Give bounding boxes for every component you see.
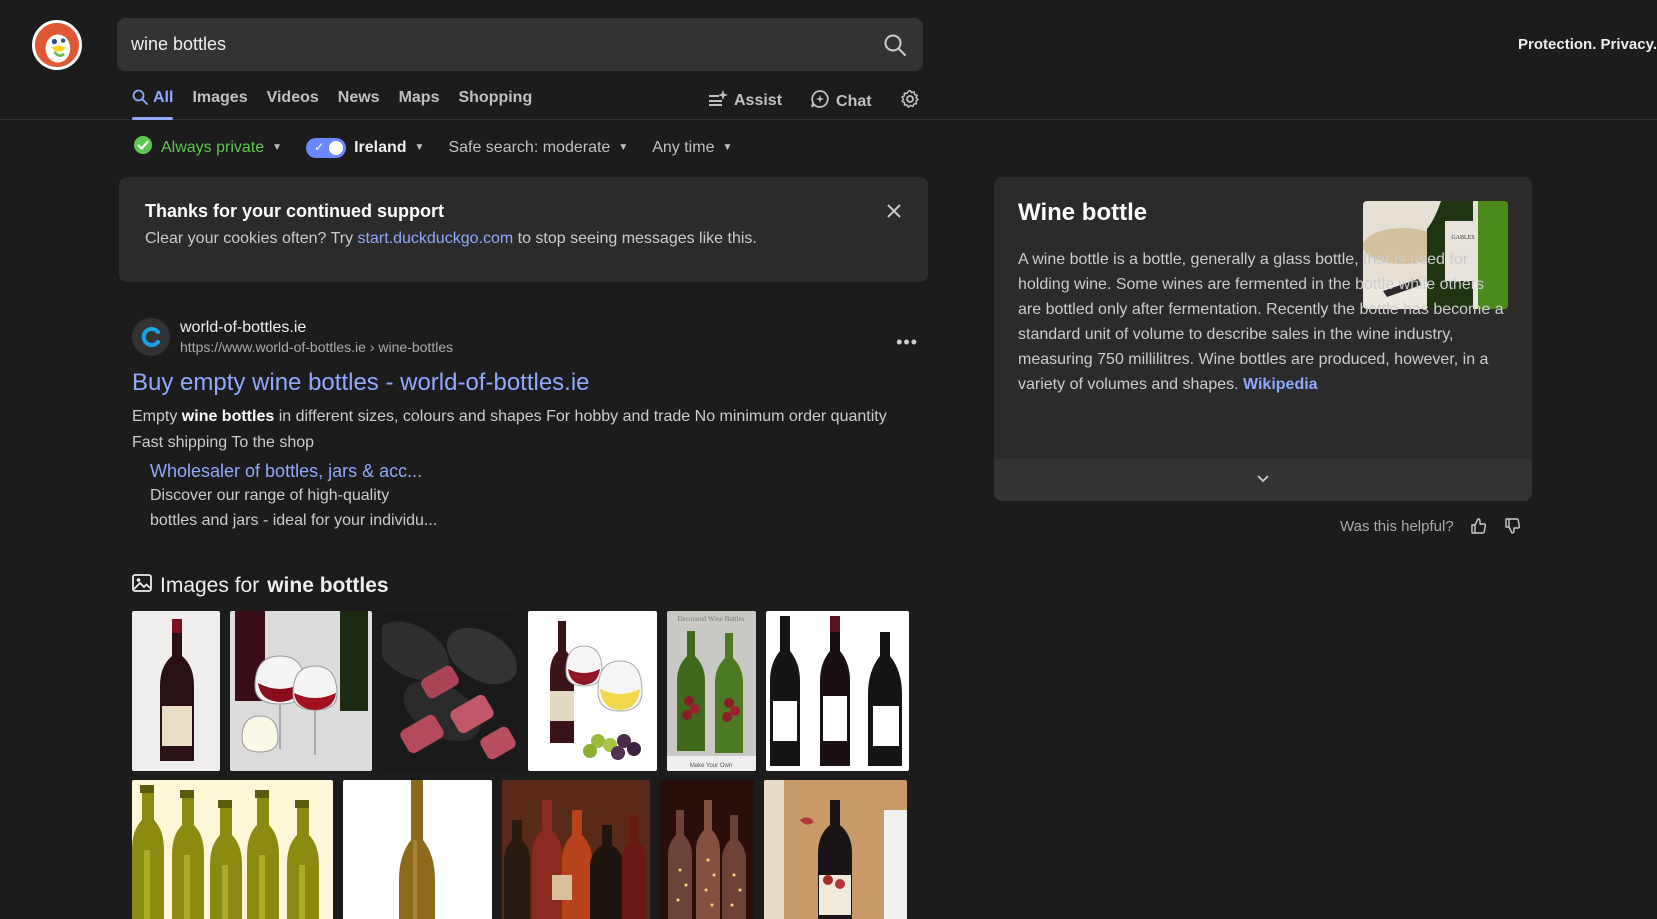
result-title-link[interactable]: Buy empty wine bottles - world-of-bottle… bbox=[132, 369, 918, 397]
knowledge-panel: Wine bottle GABLES A wine bottle is a bo… bbox=[994, 177, 1532, 501]
sparkle-list-icon bbox=[708, 89, 728, 112]
search-tabs: All Images Videos News Maps Shopping bbox=[132, 86, 532, 120]
assist-button[interactable]: Assist bbox=[708, 86, 782, 112]
caret-down-icon: ▼ bbox=[618, 142, 629, 153]
tagline: Protection. Privacy. bbox=[1518, 36, 1657, 53]
assist-label: Assist bbox=[734, 91, 783, 109]
chat-button[interactable]: Chat bbox=[810, 86, 872, 114]
tab-label: Images bbox=[192, 89, 248, 106]
region-toggle[interactable]: ✓ bbox=[306, 137, 347, 158]
result-site-name: world-of-bottles.ie bbox=[180, 319, 307, 336]
tab-label: News bbox=[337, 89, 380, 106]
search-icon[interactable] bbox=[881, 31, 909, 59]
privacy-filter-label: Always private bbox=[161, 138, 265, 156]
safe-search-label: Safe search: moderate bbox=[448, 138, 611, 156]
image-thumbnail[interactable] bbox=[382, 611, 518, 771]
image-thumbnail[interactable] bbox=[132, 611, 220, 771]
feedback-row: Was this helpful? bbox=[1340, 516, 1522, 536]
check-circle-icon bbox=[133, 135, 153, 160]
images-heading-query: wine bottles bbox=[267, 574, 389, 597]
panel-title: Wine bottle bbox=[1018, 199, 1148, 226]
sitelink-title[interactable]: Wholesaler of bottles, jars & acc... bbox=[150, 461, 918, 482]
image-thumbnail[interactable] bbox=[764, 780, 907, 919]
notice-text-after: to stop seeing messages like this. bbox=[513, 230, 757, 247]
feedback-question: Was this helpful? bbox=[1340, 517, 1454, 535]
chevron-down-icon bbox=[1256, 471, 1270, 489]
image-thumbnail[interactable] bbox=[132, 780, 333, 919]
panel-description: A wine bottle is a bottle, generally a g… bbox=[1018, 247, 1508, 397]
caret-down-icon: ▼ bbox=[414, 142, 425, 153]
result-url: https://www.world-of-bottles.ie › wine-b… bbox=[180, 339, 454, 355]
search-input[interactable] bbox=[131, 18, 851, 71]
snippet-before: Empty bbox=[132, 408, 182, 425]
more-options-icon[interactable]: ••• bbox=[896, 332, 918, 353]
settings-button[interactable] bbox=[900, 86, 920, 114]
filter-bar: Always private ▼ ✓ Ireland ▼ Safe search… bbox=[133, 135, 732, 160]
images-section-heading[interactable]: Images for wine bottles bbox=[132, 574, 389, 598]
chat-label: Chat bbox=[836, 92, 872, 110]
result-site-row[interactable]: world-of-bottles.ie https://www.world-of… bbox=[132, 318, 918, 356]
panel-expand-button[interactable] bbox=[994, 459, 1532, 501]
site-favicon-icon bbox=[132, 318, 170, 356]
result-snippet: Empty wine bottles in different sizes, c… bbox=[132, 404, 918, 456]
gear-icon bbox=[900, 89, 920, 114]
wikipedia-link[interactable]: Wikipedia bbox=[1243, 376, 1318, 393]
image-thumbnail[interactable] bbox=[502, 780, 650, 919]
sitelink-desc-line2: bottles and jars - ideal for your indivi… bbox=[150, 512, 438, 529]
close-icon[interactable] bbox=[884, 201, 904, 221]
top-bar: Protection. Privacy. All Images Videos N… bbox=[0, 0, 1657, 120]
privacy-filter[interactable]: Always private ▼ bbox=[133, 135, 282, 160]
tab-label: Videos bbox=[266, 89, 319, 106]
bottle-label-text: GABLES bbox=[1451, 235, 1474, 241]
tab-label: All bbox=[153, 89, 174, 106]
image-thumbnail[interactable] bbox=[528, 611, 657, 771]
image-icon bbox=[132, 574, 152, 598]
image-row bbox=[132, 780, 907, 919]
image-thumbnail[interactable] bbox=[766, 611, 909, 771]
start-duckduckgo-link[interactable]: start.duckduckgo.com bbox=[358, 230, 514, 247]
search-result: world-of-bottles.ie https://www.world-of… bbox=[132, 318, 918, 533]
sitelink-desc-line1: Discover our range of high-quality bbox=[150, 487, 390, 504]
image-thumbnail[interactable] bbox=[230, 611, 372, 771]
image-thumbnail[interactable]: Decorated Wine Bottles Make Your Own bbox=[667, 611, 756, 771]
search-icon bbox=[132, 89, 148, 110]
safe-search-filter[interactable]: Safe search: moderate ▼ bbox=[448, 139, 628, 157]
time-filter[interactable]: Any time ▼ bbox=[652, 139, 732, 157]
search-tools: Assist Chat bbox=[708, 86, 920, 120]
notice-title: Thanks for your continued support bbox=[145, 201, 445, 221]
result-sitelink: Wholesaler of bottles, jars & acc... Dis… bbox=[150, 461, 918, 533]
panel-description-text: A wine bottle is a bottle, generally a g… bbox=[1018, 251, 1504, 393]
tab-all[interactable]: All bbox=[132, 86, 174, 120]
thumbs-down-icon[interactable] bbox=[1502, 516, 1522, 536]
region-filter-label: Ireland bbox=[354, 138, 407, 156]
time-filter-label: Any time bbox=[652, 138, 715, 156]
sitelink-description: Discover our range of high-quality bottle… bbox=[150, 483, 918, 533]
image-row: Decorated Wine Bottles Make Your Own bbox=[132, 611, 909, 771]
caret-down-icon: ▼ bbox=[722, 142, 733, 153]
tab-news[interactable]: News bbox=[338, 86, 380, 120]
thumbnail-footer: Make Your Own bbox=[690, 763, 732, 769]
search-box bbox=[117, 18, 923, 71]
tab-label: Shopping bbox=[458, 89, 533, 106]
notice-text: Clear your cookies often? Try start.duck… bbox=[145, 230, 902, 248]
tab-shopping[interactable]: Shopping bbox=[458, 86, 532, 120]
snippet-highlight: wine bottles bbox=[181, 408, 275, 425]
caret-down-icon: ▼ bbox=[272, 142, 283, 153]
duckduckgo-logo-icon[interactable] bbox=[32, 20, 82, 70]
notice-text-before: Clear your cookies often? Try bbox=[145, 230, 358, 247]
tab-maps[interactable]: Maps bbox=[399, 86, 440, 120]
tab-label: Maps bbox=[398, 89, 440, 106]
thumbnail-caption: Decorated Wine Bottles bbox=[678, 615, 745, 623]
region-filter[interactable]: ✓ Ireland ▼ bbox=[306, 137, 425, 158]
tab-images[interactable]: Images bbox=[192, 86, 247, 120]
images-heading-prefix: Images for bbox=[160, 574, 260, 597]
support-notice: Thanks for your continued support Clear … bbox=[119, 177, 928, 282]
image-thumbnail[interactable] bbox=[660, 780, 754, 919]
chat-icon bbox=[810, 89, 830, 114]
tab-videos[interactable]: Videos bbox=[267, 86, 319, 120]
image-thumbnail[interactable] bbox=[343, 780, 492, 919]
thumbs-up-icon[interactable] bbox=[1468, 516, 1488, 536]
